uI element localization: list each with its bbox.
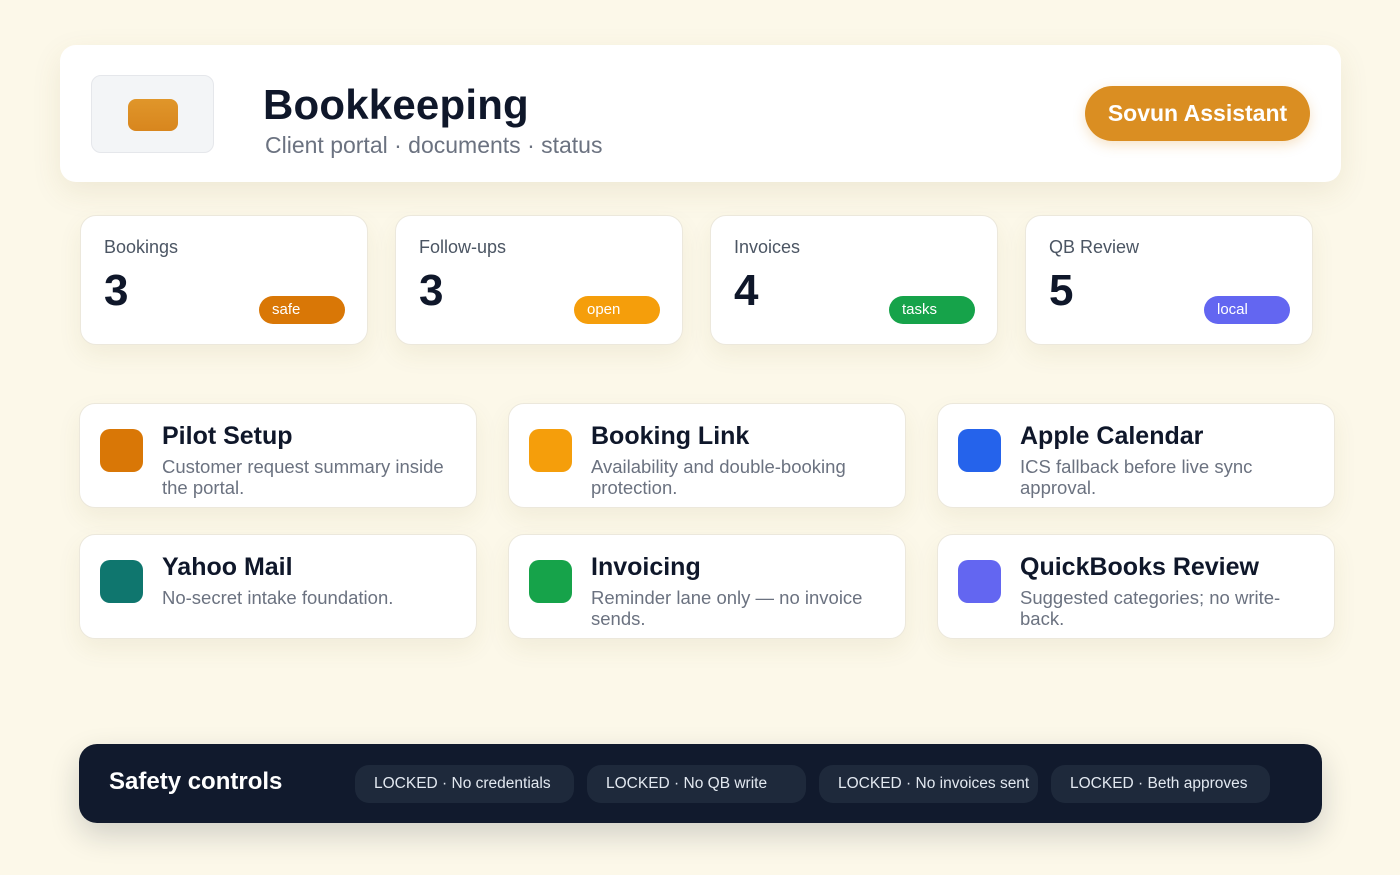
stat-label: QB Review [1049, 237, 1140, 257]
feature-description: Reminder lane only — no invoice sends. [591, 587, 863, 629]
safety-controls-bar: Safety controls LOCKED · No credentials … [79, 744, 1322, 823]
feature-color-icon [100, 560, 143, 603]
page-subtitle: Client portal · documents · status [265, 132, 603, 158]
feature-description: Customer request summary inside the port… [162, 456, 444, 498]
feature-card-invoicing[interactable]: Invoicing Reminder lane only — no invoic… [508, 534, 906, 639]
feature-color-icon [529, 429, 572, 472]
stat-value: 3 [419, 266, 444, 315]
stat-card-qb-review[interactable]: QB Review 5 local [1025, 215, 1313, 345]
status-badge: safe [259, 296, 345, 324]
stat-label: Bookings [104, 237, 179, 257]
stat-value: 4 [734, 266, 759, 315]
app-header: Bookkeeping Client portal · documents · … [60, 45, 1341, 182]
feature-color-icon [100, 429, 143, 472]
stat-card-invoices[interactable]: Invoices 4 tasks [710, 215, 998, 345]
feature-title: Booking Link [591, 422, 750, 450]
safety-chip-invoices: LOCKED · No invoices sent [819, 765, 1038, 803]
feature-color-icon [958, 429, 1001, 472]
stat-card-bookings[interactable]: Bookings 3 safe [80, 215, 368, 345]
feature-description: Suggested categories; no write-back. [1020, 587, 1281, 629]
rounded-block-logo-icon [128, 99, 178, 131]
feature-card-yahoo-mail[interactable]: Yahoo Mail No-secret intake foundation. [79, 534, 477, 639]
safety-chip-approval: LOCKED · Beth approves [1051, 765, 1270, 803]
feature-color-icon [958, 560, 1001, 603]
safety-chip-qb-write: LOCKED · No QB write [587, 765, 806, 803]
feature-description: Availability and double-booking protecti… [591, 456, 846, 498]
feature-description: No-secret intake foundation. [162, 587, 394, 608]
feature-card-pilot-setup[interactable]: Pilot Setup Customer request summary ins… [79, 403, 477, 508]
feature-card-booking-link[interactable]: Booking Link Availability and double-boo… [508, 403, 906, 508]
safety-chip-credentials: LOCKED · No credentials [355, 765, 574, 803]
stat-value: 3 [104, 266, 129, 315]
feature-color-icon [529, 560, 572, 603]
stat-value: 5 [1049, 266, 1074, 315]
safety-title: Safety controls [109, 768, 283, 795]
assistant-button[interactable]: Sovun Assistant [1085, 86, 1310, 141]
feature-card-apple-calendar[interactable]: Apple Calendar ICS fallback before live … [937, 403, 1335, 508]
feature-title: QuickBooks Review [1020, 553, 1259, 581]
feature-description: ICS fallback before live sync approval. [1020, 456, 1253, 498]
stat-card-follow-ups[interactable]: Follow-ups 3 open [395, 215, 683, 345]
app-logo [91, 75, 214, 153]
feature-title: Apple Calendar [1020, 422, 1204, 450]
status-badge: tasks [889, 296, 975, 324]
stat-label: Invoices [734, 237, 801, 257]
status-badge: open [574, 296, 660, 324]
status-badge: local [1204, 296, 1290, 324]
feature-title: Invoicing [591, 553, 701, 581]
feature-title: Yahoo Mail [162, 553, 293, 581]
feature-card-quickbooks-review[interactable]: QuickBooks Review Suggested categories; … [937, 534, 1335, 639]
page-title: Bookkeeping [263, 81, 529, 128]
stat-label: Follow-ups [419, 237, 507, 257]
feature-title: Pilot Setup [162, 422, 293, 450]
